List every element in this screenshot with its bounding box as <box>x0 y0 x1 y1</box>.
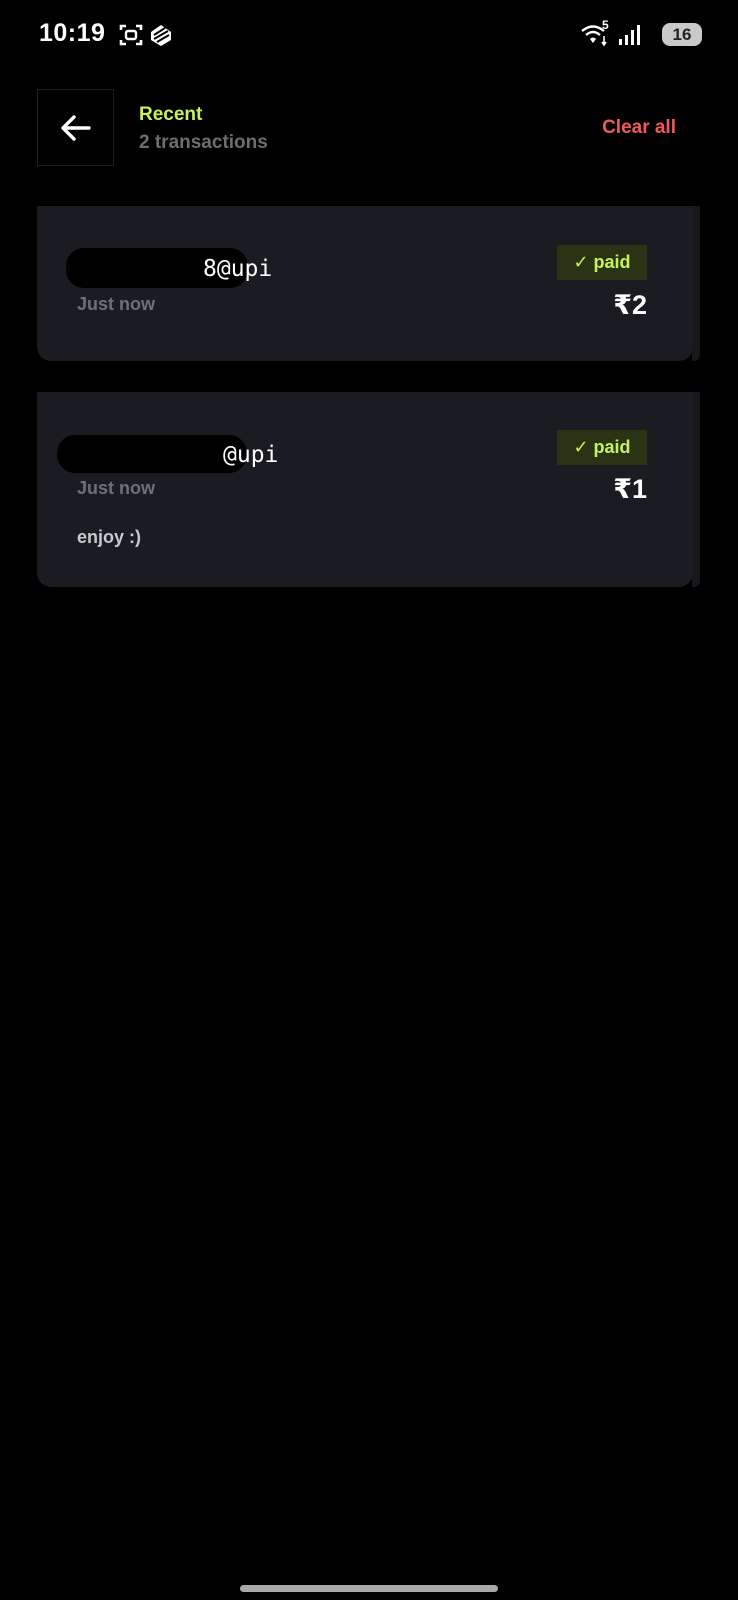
transaction-amount: ₹1 <box>613 474 647 504</box>
screen-capture-icon <box>119 24 143 46</box>
app-notification-icon <box>151 25 171 46</box>
status-label: paid <box>593 252 631 272</box>
transaction-note: enjoy :) <box>77 527 142 547</box>
transaction-card[interactable]: @upi Just now enjoy :) ✓ paid ₹1 <box>37 392 700 587</box>
status-label: paid <box>593 437 631 457</box>
redacted-upi-id <box>57 435 247 473</box>
status-time: 10:19 <box>39 19 106 47</box>
home-indicator[interactable] <box>240 1585 498 1592</box>
transaction-time: Just now <box>77 478 156 498</box>
upi-id: 8@upi <box>203 256 273 282</box>
status-badge: ✓ paid <box>557 430 647 465</box>
checkmark-icon: ✓ <box>573 252 589 272</box>
card-edge <box>692 206 700 361</box>
page-title: Recent <box>139 104 203 125</box>
signal-icon <box>619 25 640 45</box>
clear-all-button[interactable]: Clear all <box>602 117 676 139</box>
card-edge <box>692 392 700 587</box>
arrow-left-icon <box>60 114 91 141</box>
transaction-card-body: 8@upi Just now ✓ paid ₹2 <box>37 206 693 361</box>
transaction-amount: ₹2 <box>613 290 647 320</box>
transaction-time: Just now <box>77 294 156 314</box>
transaction-card[interactable]: 8@upi Just now ✓ paid ₹2 <box>37 206 700 361</box>
back-button[interactable] <box>37 89 114 166</box>
transaction-count: 2 transactions <box>139 132 268 153</box>
status-bar: 10:19 5 16 <box>0 0 738 70</box>
network-type-badge: 5 <box>602 18 609 32</box>
checkmark-icon: ✓ <box>573 437 589 457</box>
status-badge: ✓ paid <box>557 245 647 280</box>
battery-icon: 16 <box>662 23 702 46</box>
transaction-card-body: @upi Just now enjoy :) ✓ paid ₹1 <box>37 392 693 587</box>
upi-id: @upi <box>223 442 279 468</box>
